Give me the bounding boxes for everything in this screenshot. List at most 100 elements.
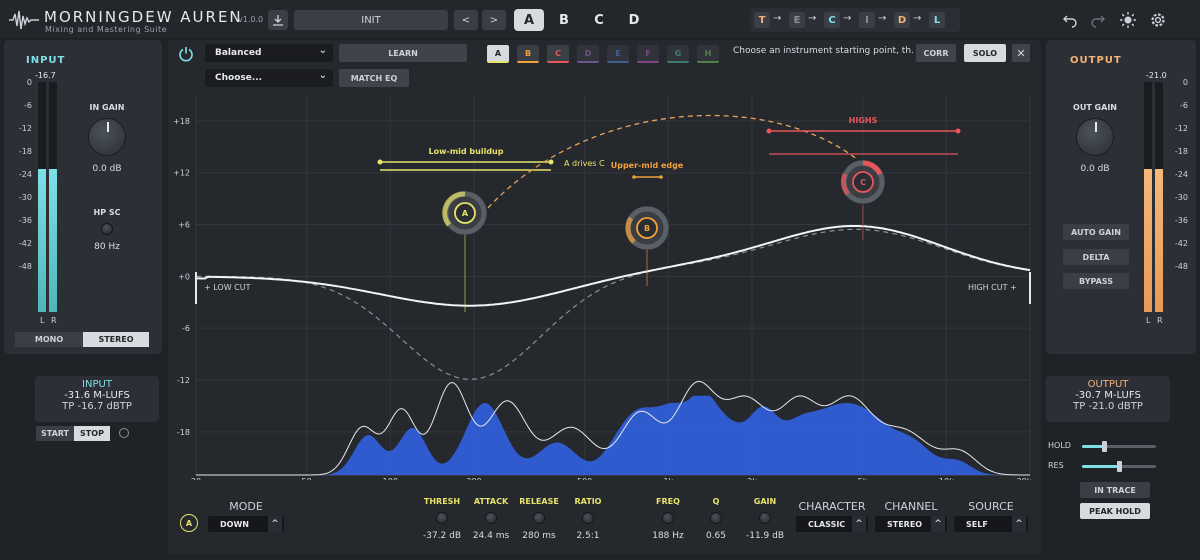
param-knob-q[interactable] (710, 512, 722, 524)
output-channel-l: L (1146, 316, 1151, 325)
in-trace-button[interactable]: IN TRACE (1080, 482, 1150, 498)
annotation-uppermid: Upper-mid edge (611, 161, 684, 179)
chain-item-c[interactable]: C (824, 12, 840, 28)
undo-icon (1063, 15, 1077, 28)
preset-name-display[interactable]: INIT (294, 10, 448, 30)
hp-sc-knob[interactable] (101, 223, 113, 235)
output-title: OUTPUT (1070, 55, 1122, 66)
eq-graph[interactable]: +18 +12 +6 +0 -6 -12 -18 20 50 100 200 500 1k 2k 5k 10… (168, 40, 1041, 480)
undo-button[interactable] (1060, 10, 1080, 30)
source-dropdown[interactable]: SELF ^ (954, 516, 1028, 532)
res-slider-thumb[interactable] (1117, 461, 1122, 472)
chain-arrow-icon: → (808, 13, 817, 24)
output-loudness-title: OUTPUT (1087, 379, 1129, 390)
chain-arrow-icon: → (913, 13, 922, 24)
selected-band-badge[interactable]: A (180, 514, 198, 532)
chain-item-e[interactable]: E (789, 12, 805, 28)
uppermid-range-start[interactable] (632, 175, 636, 179)
waveform-logo-icon (9, 10, 39, 30)
meter-scale-label: -36 (18, 216, 32, 225)
highs-range-end[interactable] (955, 128, 961, 134)
meter-scale-label: -18 (18, 147, 32, 156)
highs-range-start[interactable] (766, 128, 772, 134)
mode-dropdown[interactable]: DOWN ^ (208, 516, 284, 532)
sun-icon (1120, 12, 1136, 28)
slot-d-button[interactable]: D (619, 9, 649, 31)
y-tick-label: +12 (173, 169, 190, 178)
meter-scale-label: -48 (1174, 262, 1188, 271)
preset-next-button[interactable]: > (482, 10, 506, 30)
param-knob-thresh[interactable] (436, 512, 448, 524)
output-meter-left (1144, 82, 1152, 312)
slot-c-button[interactable]: C (584, 9, 614, 31)
input-meter-left-fill (38, 169, 46, 312)
uppermid-range-end[interactable] (659, 175, 663, 179)
chain-item-d[interactable]: D (894, 12, 910, 28)
auto-gain-button[interactable]: AUTO GAIN (1063, 224, 1129, 240)
param-knob-attack[interactable] (485, 512, 497, 524)
band-node-a-label: A (462, 209, 469, 218)
input-loudness-box: INPUT -31.6 M-LUFS TP -16.7 dBTP (35, 376, 159, 422)
param-knob-ratio[interactable] (582, 512, 594, 524)
mode-dropdown-value: DOWN (220, 519, 249, 529)
hold-slider[interactable] (1082, 441, 1156, 452)
peak-hold-button[interactable]: PEAK HOLD (1080, 503, 1150, 519)
param-knob-freq[interactable] (662, 512, 674, 524)
hold-slider-thumb[interactable] (1102, 441, 1108, 452)
meter-scale-label: -48 (18, 262, 32, 271)
band-node-c[interactable]: C (840, 160, 885, 204)
out-gain-knob[interactable] (1076, 118, 1114, 156)
input-meter-right-fill (49, 169, 57, 312)
param-knob-gain[interactable] (759, 512, 771, 524)
input-lufs-value: -31.6 M-LUFS (64, 390, 130, 401)
output-panel: OUTPUT -21.0 OUT GAIN 0.0 dB AUTO GAIN D… (1046, 40, 1196, 354)
y-tick-label: +0 (178, 272, 190, 281)
settings-button[interactable] (1148, 10, 1168, 30)
slot-a-button[interactable]: A (514, 9, 544, 31)
channel-dropdown[interactable]: STEREO ^ (875, 516, 947, 532)
output-meter-right-fill (1155, 169, 1163, 312)
band-node-b[interactable]: B (625, 206, 669, 250)
drives-label: A drives C (564, 159, 605, 168)
analysis-indicator-icon (119, 428, 129, 438)
analysis-stop-button[interactable]: STOP (74, 426, 110, 441)
input-channel-r: R (51, 316, 57, 325)
analysis-start-button[interactable]: START (36, 426, 74, 441)
lowmid-range-start[interactable] (377, 159, 383, 165)
chain-item-i[interactable]: I (859, 12, 875, 28)
x-tick-label: 5k (858, 477, 868, 480)
chevron-up-icon: ^ (1012, 516, 1026, 532)
chain-arrow-icon: → (773, 13, 782, 24)
chain-item-l[interactable]: L (929, 12, 945, 28)
character-dropdown[interactable]: CLASSIC ^ (796, 516, 868, 532)
meter-scale-label: -30 (18, 193, 32, 202)
meter-scale-label: 0 (1182, 78, 1188, 87)
mono-button[interactable]: MONO (15, 332, 83, 347)
band-node-a[interactable]: A (442, 191, 487, 235)
param-knob-release[interactable] (533, 512, 545, 524)
delta-button[interactable]: DELTA (1063, 249, 1129, 265)
chain-arrow-icon: → (843, 13, 852, 24)
input-title: INPUT (26, 55, 66, 66)
lowmid-range-end[interactable] (548, 159, 554, 165)
preset-prev-button[interactable]: < (454, 10, 478, 30)
redo-button[interactable] (1088, 10, 1108, 30)
theme-toggle-button[interactable] (1118, 10, 1138, 30)
input-meter-right (49, 82, 57, 312)
lowmid-label: Low-mid buildup (429, 147, 504, 156)
bypass-button[interactable]: BYPASS (1063, 273, 1129, 289)
meter-scale-label: -30 (1174, 193, 1188, 202)
hold-label: HOLD (1048, 441, 1071, 450)
save-preset-button[interactable] (268, 10, 288, 30)
meter-scale-label: -6 (24, 101, 32, 110)
in-gain-knob[interactable] (88, 118, 126, 156)
stereo-button[interactable]: STEREO (83, 332, 149, 347)
output-channel-r: R (1157, 316, 1163, 325)
chain-item-t[interactable]: T (754, 12, 770, 28)
res-slider[interactable] (1082, 461, 1156, 472)
module-chain: T → E → C → I → D → L (750, 8, 960, 32)
slot-b-button[interactable]: B (549, 9, 579, 31)
output-lufs-value: -30.7 M-LUFS (1075, 390, 1141, 401)
app-title: MORNINGDEW AUREN (44, 8, 243, 26)
band-node-b-label: B (644, 224, 650, 233)
